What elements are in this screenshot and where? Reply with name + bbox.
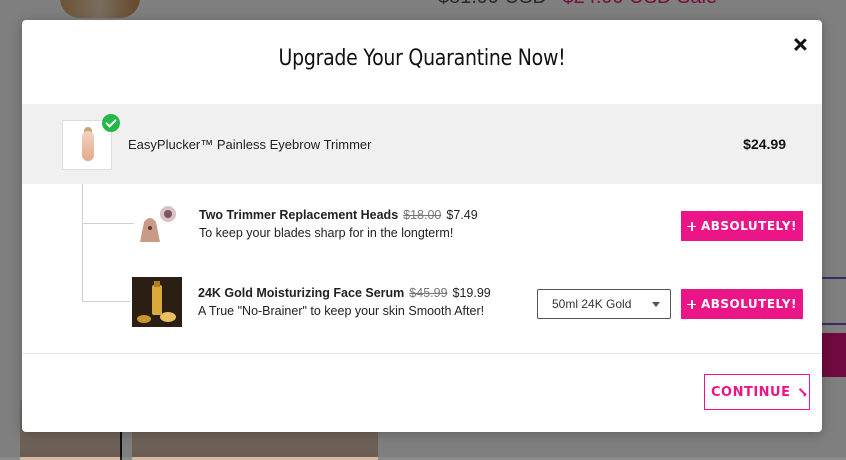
main-product-name: EasyPlucker™ Painless Eyebrow Trimmer — [128, 137, 372, 152]
main-product-row: EasyPlucker™ Painless Eyebrow Trimmer $2… — [22, 104, 822, 184]
chevron-right-icon — [797, 387, 806, 397]
plus-icon — [687, 299, 696, 309]
add-face-serum-button[interactable]: ABSOLUTELY! — [681, 289, 803, 319]
face-serum-image — [132, 277, 182, 327]
addon-name: 24K Gold Moisturizing Face Serum — [198, 286, 405, 300]
check-icon — [102, 114, 120, 132]
addon-price-now: $19.99 — [452, 286, 491, 300]
serum-variant-select[interactable]: 50ml 24K Gold — [537, 289, 671, 319]
addon-row-face-serum: 24K Gold Moisturizing Face Serum $45.99 $1… — [22, 274, 822, 330]
continue-button[interactable]: CONTINUE — [704, 374, 810, 410]
addon-price-was: $18.00 — [403, 208, 442, 222]
variant-selected-value: 50ml 24K Gold — [552, 297, 632, 311]
addon-price-now: $7.49 — [446, 208, 478, 222]
modal-title: Upgrade Your Quarantine Now! — [278, 46, 566, 71]
add-replacement-heads-button[interactable]: ABSOLUTELY! — [681, 211, 803, 241]
divider — [22, 353, 822, 354]
close-icon[interactable] — [789, 34, 811, 56]
addon-title: Two Trimmer Replacement Heads $18.00 $7.49 — [199, 208, 478, 222]
continue-label: CONTINUE — [711, 384, 791, 400]
add-button-label: ABSOLUTELY! — [700, 219, 797, 233]
addon-description: A True "No-Brainer" to keep your skin Sm… — [198, 304, 485, 318]
addon-name: Two Trimmer Replacement Heads — [199, 208, 399, 222]
add-button-label: ABSOLUTELY! — [700, 297, 797, 311]
addon-description: To keep your blades sharp for in the lon… — [199, 226, 454, 240]
addon-row-replacement-heads: Two Trimmer Replacement Heads $18.00 $7.49… — [22, 198, 822, 254]
chevron-down-icon — [652, 302, 660, 307]
main-product-price: $24.99 — [743, 136, 786, 152]
upsell-modal: Upgrade Your Quarantine Now! EasyPlucker… — [22, 20, 822, 432]
replacement-heads-image — [140, 206, 176, 242]
addon-price-was: $45.99 — [409, 286, 448, 300]
plus-icon — [687, 221, 696, 231]
addon-title: 24K Gold Moisturizing Face Serum $45.99 $1… — [198, 286, 491, 300]
